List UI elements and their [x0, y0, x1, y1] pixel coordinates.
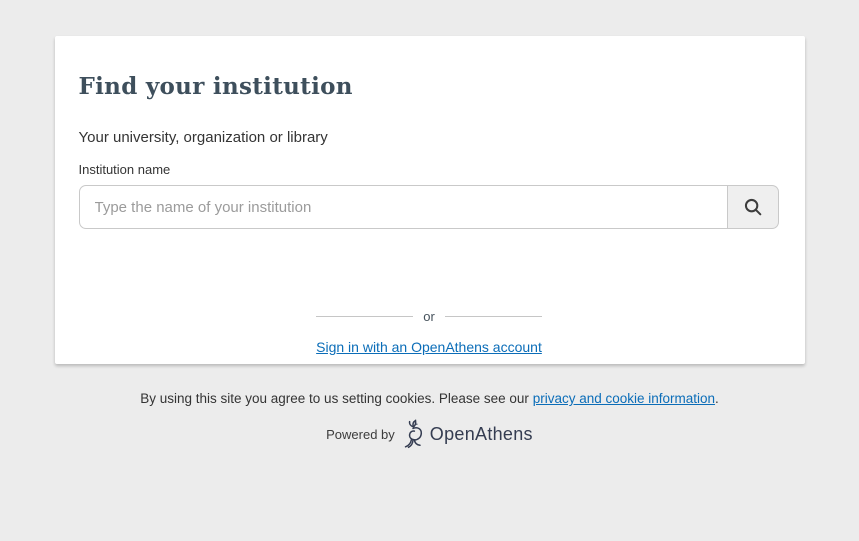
page-title: Find your institution — [79, 73, 780, 100]
find-institution-card: Find your institution Your university, o… — [55, 36, 805, 364]
institution-search-group — [79, 185, 779, 229]
openathens-owl-icon — [402, 419, 427, 449]
card-subtitle: Your university, organization or library — [79, 129, 780, 146]
openathens-wordmark: OpenAthens — [430, 424, 533, 445]
divider-line-left — [316, 316, 413, 317]
or-divider: or — [79, 309, 780, 324]
search-icon — [742, 196, 764, 218]
powered-by-label: Powered by — [326, 427, 395, 442]
cookie-text-after: . — [715, 391, 719, 406]
openathens-signin-link[interactable]: Sign in with an OpenAthens account — [316, 339, 542, 355]
privacy-cookie-link[interactable]: privacy and cookie information — [533, 391, 715, 406]
search-button[interactable] — [728, 185, 779, 229]
footer: By using this site you agree to us setti… — [0, 391, 859, 449]
page-background: Find your institution Your university, o… — [0, 0, 859, 449]
divider-line-right — [445, 316, 542, 317]
institution-search-input[interactable] — [79, 185, 728, 229]
powered-by-row: Powered by OpenAthens — [0, 419, 859, 449]
cookie-notice: By using this site you agree to us setti… — [0, 391, 859, 406]
cookie-text-before: By using this site you agree to us setti… — [140, 391, 532, 406]
institution-name-label: Institution name — [79, 162, 780, 177]
signin-row: Sign in with an OpenAthens account — [79, 339, 780, 357]
divider-or-text: or — [413, 309, 445, 324]
